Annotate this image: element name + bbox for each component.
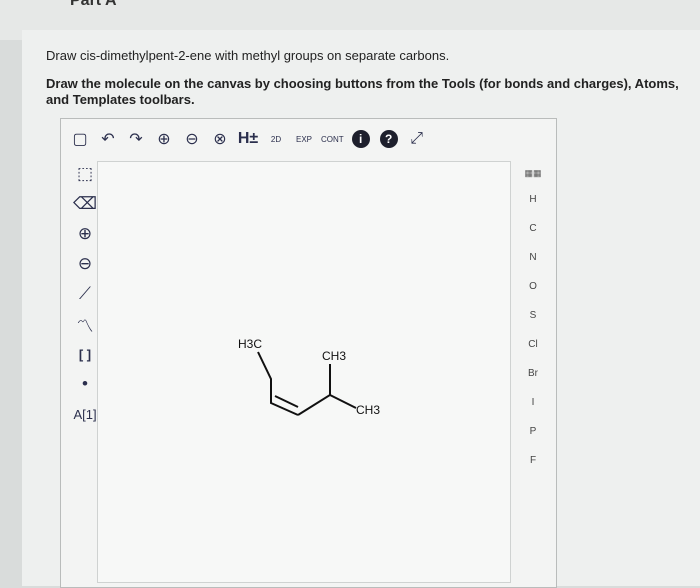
help-icon[interactable]: ?	[378, 126, 400, 152]
zoom-out-icon[interactable]: ⊖	[181, 126, 203, 152]
new-icon[interactable]: ▢	[69, 126, 91, 152]
zoom-in-icon[interactable]: ⊕	[153, 126, 175, 152]
atoms-toolbar: ▦▦ H C N O S Cl Br I P F	[513, 161, 553, 475]
undo-icon[interactable]: ↶	[97, 126, 119, 152]
cont-button[interactable]: CONT	[321, 126, 344, 152]
top-toolbar: ▢ ↶ ↷ ⊕ ⊖ ⊗ H± 2D EXP CONT i ? ⤢	[61, 119, 556, 159]
cropped-heading-fragment: Part A	[70, 0, 117, 9]
expand-icon[interactable]: ⤢	[406, 126, 428, 152]
periodic-table-icon[interactable]: ▦▦	[513, 161, 553, 185]
atom-n-button[interactable]: N	[513, 243, 553, 272]
atom-i-button[interactable]: I	[513, 388, 553, 417]
structure-editor: ▢ ↶ ↷ ⊕ ⊖ ⊗ H± 2D EXP CONT i ? ⤢ ⬚ ⌫ ⊕ ⊖…	[60, 118, 557, 588]
bond-path-right	[329, 394, 357, 409]
zoom-reset-icon[interactable]: ⊗	[209, 126, 231, 152]
atom-o-button[interactable]: O	[513, 272, 553, 301]
question-instructions: Draw the molecule on the canvas by choos…	[46, 76, 679, 107]
h3c-label: H3C	[238, 337, 262, 351]
atom-br-button[interactable]: Br	[513, 359, 553, 388]
redo-icon[interactable]: ↷	[125, 126, 147, 152]
info-icon[interactable]: i	[350, 126, 372, 152]
atom-cl-button[interactable]: Cl	[513, 330, 553, 359]
h-toggle-button[interactable]: H±	[237, 126, 259, 152]
atom-c-button[interactable]: C	[513, 214, 553, 243]
atom-f-button[interactable]: F	[513, 446, 553, 475]
bond-path-methyl	[297, 364, 331, 416]
drawing-canvas[interactable]: H3C CH3 CH3	[97, 161, 511, 583]
exp-button[interactable]: EXP	[293, 126, 315, 152]
2d-button[interactable]: 2D	[265, 126, 287, 152]
ch3-right-label: CH3	[356, 403, 380, 417]
question-prompt: Draw cis-dimethylpent-2-ene with methyl …	[46, 48, 450, 63]
atom-h-button[interactable]: H	[513, 185, 553, 214]
molecule-drawing: H3C CH3 CH3	[238, 337, 380, 417]
atom-p-button[interactable]: P	[513, 417, 553, 446]
ch3-top-label: CH3	[322, 349, 346, 363]
atom-s-button[interactable]: S	[513, 301, 553, 330]
bond-path-left	[257, 351, 299, 416]
